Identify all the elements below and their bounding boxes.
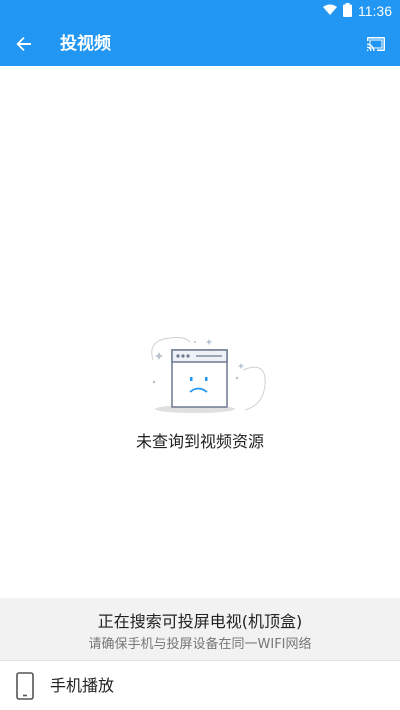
app-bar: 投视频 <box>0 22 400 66</box>
cast-button[interactable] <box>360 28 392 60</box>
empty-message: 未查询到视频资源 <box>135 432 264 451</box>
cast-search-panel: 正在搜索可投屏电视(机顶盒) 请确保手机与投屏设备在同一WIFI网络 <box>0 598 400 660</box>
wifi-hint-text: 请确保手机与投屏设备在同一WIFI网络 <box>88 637 312 652</box>
sad-browser-illustration <box>151 337 266 413</box>
cast-icon <box>367 37 385 51</box>
phone-play-button[interactable]: 手机播放 <box>0 661 400 710</box>
empty-state: 未查询到视频资源 <box>0 330 400 460</box>
wifi-icon <box>323 3 337 19</box>
searching-text: 正在搜索可投屏电视(机顶盒) <box>97 612 303 631</box>
status-icons: 11:36 <box>323 2 392 20</box>
phone-play-label: 手机播放 <box>50 676 115 695</box>
back-arrow-icon <box>16 37 31 51</box>
status-bar: 11:36 <box>0 0 400 22</box>
back-button[interactable] <box>8 28 40 60</box>
page-title: 投视频 <box>60 34 111 54</box>
status-time: 11:36 <box>358 3 392 19</box>
battery-icon <box>343 2 352 20</box>
phone-icon <box>16 672 34 700</box>
